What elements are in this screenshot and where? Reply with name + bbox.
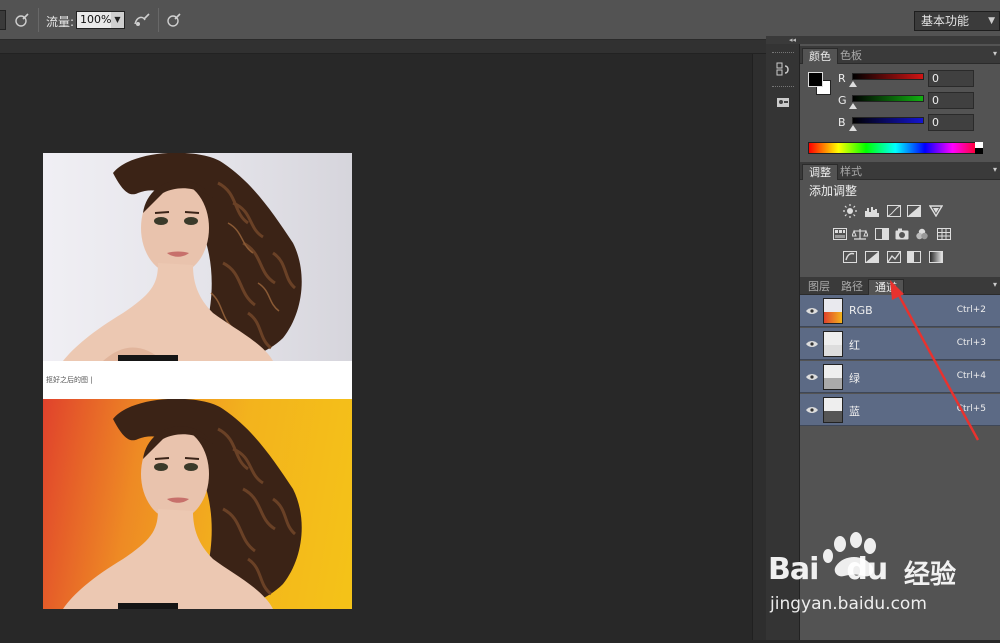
- original-photo: [43, 153, 352, 361]
- panel-collapse-bar[interactable]: [766, 36, 1000, 44]
- cutout-photo: [43, 399, 352, 609]
- workspace-label: 基本功能: [921, 14, 970, 28]
- baidu-jingyan-watermark: Bai du 经验 jingyan.baidu.com: [764, 530, 1000, 640]
- annotation-arrow: [890, 280, 980, 441]
- collapse-arrows-icon[interactable]: ◂◂: [789, 36, 796, 44]
- foreground-color-swatch[interactable]: [808, 72, 823, 87]
- airbrush-pressure-icon[interactable]: [12, 10, 32, 30]
- flow-dropdown-button[interactable]: ▼: [111, 11, 125, 29]
- dock-grip[interactable]: [772, 86, 794, 88]
- workspace-select[interactable]: 基本功能 ▼: [914, 11, 1000, 31]
- flow-input[interactable]: 100%: [76, 11, 112, 29]
- options-bar: 流量: 100% ▼ 基本功能 ▼: [0, 0, 1000, 40]
- document-tab-strip: [0, 40, 766, 54]
- properties-icon[interactable]: [772, 92, 794, 114]
- caption-text: 抠好之后的图 |: [46, 376, 93, 384]
- watermark-brand-cn: 经验: [904, 560, 957, 590]
- pressure-size-icon[interactable]: [164, 10, 184, 30]
- airbrush-icon[interactable]: [132, 10, 152, 30]
- document-canvas[interactable]: 抠好之后的图 |: [43, 153, 352, 609]
- chevron-down-icon: ▼: [988, 16, 995, 26]
- history-icon[interactable]: [772, 58, 794, 80]
- watermark-brand-a: Bai: [768, 552, 819, 587]
- watermark-url: jingyan.baidu.com: [770, 594, 927, 614]
- watermark-brand-b: du: [846, 552, 888, 587]
- flow-label: 流量:: [46, 15, 75, 29]
- dock-grip[interactable]: [772, 52, 794, 54]
- panel-edge-tab[interactable]: [0, 10, 6, 30]
